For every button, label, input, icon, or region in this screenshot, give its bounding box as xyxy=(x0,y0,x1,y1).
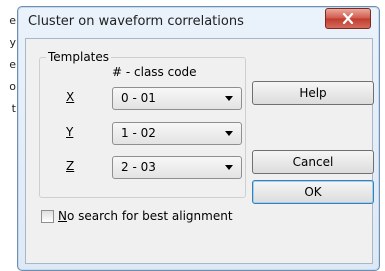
template-z-label: Z xyxy=(66,159,75,173)
background-fragment: e xyxy=(9,14,16,27)
help-button[interactable]: Help xyxy=(252,81,374,105)
background-fragment: y xyxy=(9,36,16,49)
template-x-value: 0 - 01 xyxy=(121,91,156,105)
dialog-client-area: Templates # - class code X 0 - 01 Y 1 - … xyxy=(25,38,374,264)
no-search-alignment-option[interactable]: No search for best alignment xyxy=(41,209,233,223)
cancel-button-label: Cancel xyxy=(292,155,334,169)
templates-group-label: Templates xyxy=(46,50,112,64)
background-text-fragments: e y e o t xyxy=(0,10,16,120)
background-fragment: t xyxy=(11,102,16,115)
help-button-label: Help xyxy=(299,86,327,100)
no-search-alignment-checkbox[interactable] xyxy=(41,209,54,223)
no-search-alignment-label: No search for best alignment xyxy=(58,209,233,223)
close-icon xyxy=(342,13,354,24)
template-x-dropdown[interactable]: 0 - 01 xyxy=(112,87,242,110)
close-button[interactable] xyxy=(325,8,371,29)
dialog-title: Cluster on waveform correlations xyxy=(28,14,244,29)
ok-button[interactable]: OK xyxy=(252,180,374,204)
cluster-dialog: Cluster on waveform correlations Templat… xyxy=(17,6,380,271)
template-z-value: 2 - 03 xyxy=(121,160,156,174)
template-x-label: X xyxy=(66,90,75,104)
cancel-button[interactable]: Cancel xyxy=(252,150,374,174)
templates-groupbox: Templates # - class code X 0 - 01 Y 1 - … xyxy=(39,50,246,198)
template-z-dropdown[interactable]: 2 - 03 xyxy=(112,156,242,179)
background-fragment: e xyxy=(9,58,16,71)
class-code-column-header: # - class code xyxy=(112,65,197,79)
template-y-label: Y xyxy=(66,125,74,139)
background-fragment: o xyxy=(9,80,16,93)
ok-button-label: OK xyxy=(304,185,322,199)
title-bar[interactable]: Cluster on waveform correlations xyxy=(18,7,379,37)
chevron-down-icon xyxy=(225,131,233,136)
template-y-dropdown[interactable]: 1 - 02 xyxy=(112,122,242,145)
template-y-value: 1 - 02 xyxy=(121,126,156,140)
chevron-down-icon xyxy=(225,96,233,101)
chevron-down-icon xyxy=(225,165,233,170)
